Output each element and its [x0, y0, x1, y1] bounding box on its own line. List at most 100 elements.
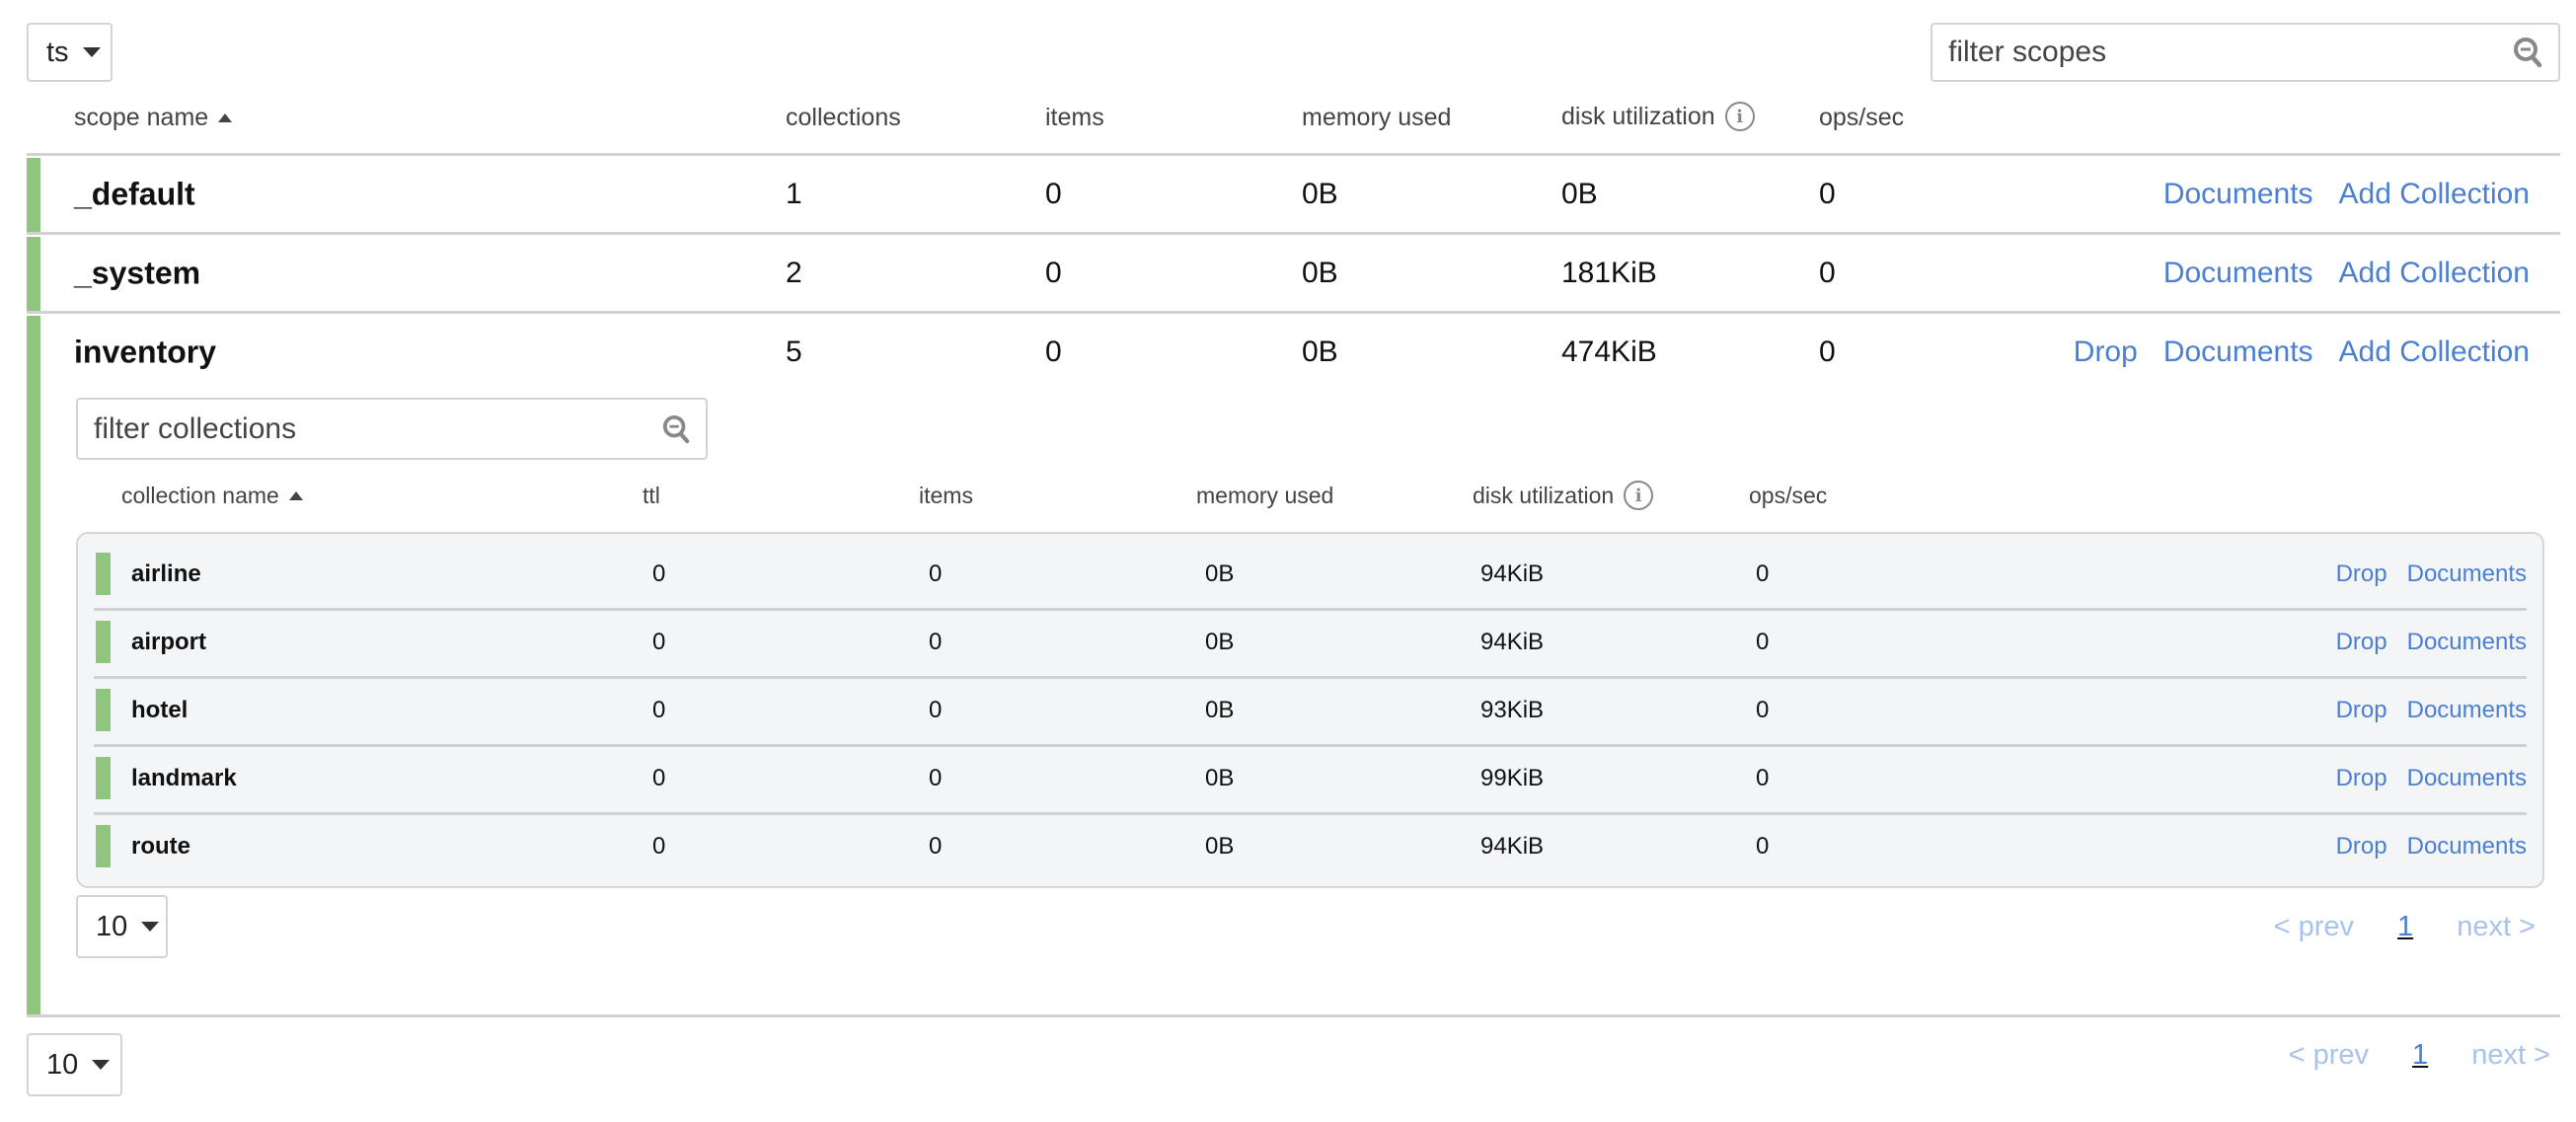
collection-items: 0: [929, 560, 943, 587]
scope-name[interactable]: _default: [74, 177, 195, 213]
collection-ttl: 0: [652, 628, 666, 655]
collection-disk: 94KiB: [1480, 628, 1545, 655]
bucket-select[interactable]: ts: [27, 23, 113, 82]
documents-link[interactable]: Documents: [2163, 178, 2313, 211]
collection-name[interactable]: hotel: [131, 697, 188, 724]
collection-row[interactable]: route 0 0 0B 94KiB 0 Drop Documents: [94, 812, 2527, 880]
header-collection-name[interactable]: collection name: [121, 483, 303, 509]
scope-memory: 0B: [1302, 257, 1338, 289]
page-1-link[interactable]: 1: [2412, 1039, 2428, 1072]
collection-name[interactable]: route: [131, 833, 190, 860]
collection-status-bar: [96, 553, 111, 595]
scope-status-bar: [27, 316, 40, 1016]
scope-collections: 5: [786, 336, 802, 368]
collection-memory: 0B: [1205, 832, 1235, 860]
scope-items: 0: [1045, 257, 1062, 289]
divider: [27, 1014, 2560, 1017]
header-ops-sec[interactable]: ops/sec: [1819, 104, 1904, 132]
drop-link[interactable]: Drop: [2336, 833, 2387, 860]
collections-pagination: < prev 1 next >: [2274, 911, 2536, 943]
header-disk-utilization[interactable]: disk utilization i: [1473, 481, 1654, 510]
collection-actions: Drop Documents: [2336, 697, 2527, 724]
collection-row[interactable]: airport 0 0 0B 94KiB 0 Drop Documents: [94, 608, 2527, 676]
divider: [27, 153, 2560, 156]
scope-name[interactable]: inventory: [74, 335, 216, 371]
chevron-down-icon: [141, 922, 160, 932]
filter-scopes-input[interactable]: filter scopes: [1931, 23, 2560, 82]
header-memory-used[interactable]: memory used: [1196, 483, 1333, 509]
drop-link[interactable]: Drop: [2336, 629, 2387, 656]
scope-disk: 0B: [1561, 178, 1598, 210]
header-label: collection name: [121, 483, 279, 508]
header-disk-utilization[interactable]: disk utilization i: [1561, 102, 1755, 131]
search-icon: [2514, 37, 2542, 68]
scope-name[interactable]: _system: [74, 256, 200, 292]
drop-link[interactable]: Drop: [2336, 765, 2387, 792]
documents-link[interactable]: Documents: [2163, 336, 2313, 369]
next-page-link[interactable]: next >: [2471, 1039, 2550, 1072]
prev-page-link[interactable]: < prev: [2274, 911, 2354, 943]
scope-status-bar: [27, 237, 40, 311]
collection-ttl: 0: [652, 832, 666, 860]
collection-row[interactable]: landmark 0 0 0B 99KiB 0 Drop Documents: [94, 744, 2527, 812]
add-collection-link[interactable]: Add Collection: [2339, 178, 2530, 211]
prev-page-link[interactable]: < prev: [2289, 1039, 2369, 1072]
drop-link[interactable]: Drop: [2336, 697, 2387, 724]
chevron-down-icon: [82, 47, 101, 57]
collection-memory: 0B: [1205, 560, 1235, 587]
header-label: disk utilization: [1561, 102, 1715, 130]
add-collection-link[interactable]: Add Collection: [2339, 257, 2530, 290]
bucket-select-value: ts: [46, 36, 69, 68]
collection-items: 0: [929, 832, 943, 860]
scope-actions: Documents Add Collection: [2163, 178, 2530, 211]
divider: [27, 232, 2560, 235]
collection-ops: 0: [1756, 696, 1770, 723]
scope-memory: 0B: [1302, 336, 1338, 368]
collection-row[interactable]: airline 0 0 0B 94KiB 0 Drop Documents: [94, 540, 2527, 608]
header-items[interactable]: items: [1045, 104, 1104, 132]
scope-status-bar: [27, 158, 40, 232]
collection-items: 0: [929, 696, 943, 723]
scope-disk: 474KiB: [1561, 336, 1657, 368]
collection-name[interactable]: landmark: [131, 765, 237, 792]
header-items[interactable]: items: [919, 483, 973, 509]
scope-actions: Drop Documents Add Collection: [2074, 336, 2530, 369]
documents-link[interactable]: Documents: [2407, 561, 2527, 588]
collection-memory: 0B: [1205, 764, 1235, 791]
header-memory-used[interactable]: memory used: [1302, 104, 1451, 132]
page-1-link[interactable]: 1: [2397, 911, 2413, 943]
header-ttl[interactable]: ttl: [643, 483, 660, 509]
documents-link[interactable]: Documents: [2407, 765, 2527, 792]
documents-link[interactable]: Documents: [2407, 629, 2527, 656]
collection-memory: 0B: [1205, 628, 1235, 655]
filter-collections-input[interactable]: filter collections: [76, 398, 708, 460]
documents-link[interactable]: Documents: [2163, 257, 2313, 290]
info-icon[interactable]: i: [1624, 481, 1654, 510]
scope-disk: 181KiB: [1561, 257, 1657, 289]
drop-link[interactable]: Drop: [2336, 561, 2387, 588]
collection-name[interactable]: airport: [131, 629, 206, 656]
scope-items: 0: [1045, 178, 1062, 210]
scope-memory: 0B: [1302, 178, 1338, 210]
sort-ascending-icon: [288, 491, 303, 500]
drop-link[interactable]: Drop: [2074, 336, 2138, 369]
info-icon[interactable]: i: [1724, 102, 1755, 131]
page-size-value: 10: [46, 1048, 79, 1081]
scopes-pagination: < prev 1 next >: [2289, 1039, 2550, 1072]
collection-row[interactable]: hotel 0 0 0B 93KiB 0 Drop Documents: [94, 676, 2527, 744]
scopes-page-size-select[interactable]: 10: [27, 1033, 122, 1096]
collection-items: 0: [929, 628, 943, 655]
collections-page-size-select[interactable]: 10: [76, 895, 168, 958]
collection-name[interactable]: airline: [131, 561, 201, 588]
header-scope-name[interactable]: scope name: [74, 104, 233, 132]
add-collection-link[interactable]: Add Collection: [2339, 336, 2530, 369]
divider: [27, 311, 2560, 314]
collection-status-bar: [96, 621, 111, 663]
collection-ops: 0: [1756, 628, 1770, 655]
header-ops-sec[interactable]: ops/sec: [1749, 483, 1827, 509]
documents-link[interactable]: Documents: [2407, 697, 2527, 724]
collection-disk: 93KiB: [1480, 696, 1545, 723]
documents-link[interactable]: Documents: [2407, 833, 2527, 860]
header-collections[interactable]: collections: [786, 104, 901, 132]
next-page-link[interactable]: next >: [2457, 911, 2536, 943]
